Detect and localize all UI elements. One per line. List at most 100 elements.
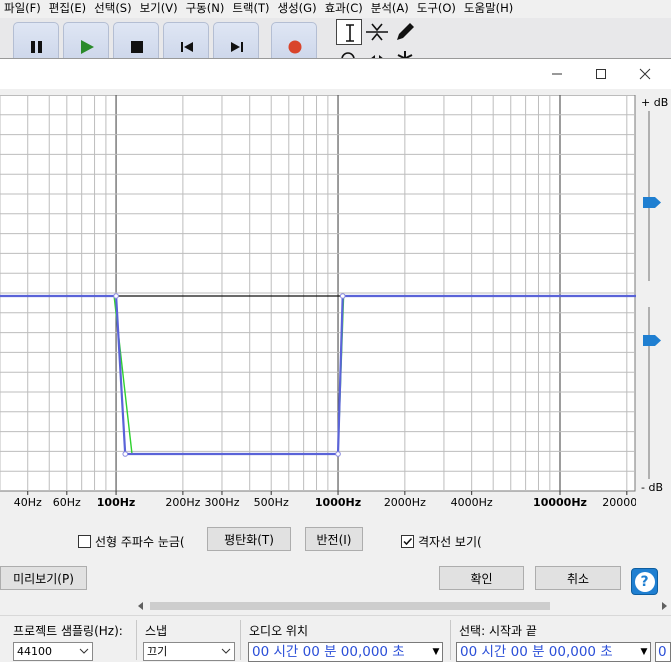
menu-item-6[interactable]: 생성(G) — [274, 0, 321, 18]
preview-button[interactable]: 미리보기(P) — [0, 566, 87, 590]
freq-tick-label: 200Hz — [165, 496, 200, 509]
checkmark-icon — [403, 537, 413, 546]
maximize-button[interactable] — [579, 59, 623, 89]
db-min-slider-thumb[interactable] — [643, 335, 661, 346]
ok-button[interactable]: 확인 — [439, 566, 524, 590]
audio-position-field[interactable]: 00 시간 00 분 00,000 초 ▼ — [248, 642, 443, 662]
equalization-dialog: 40Hz 60Hz 100Hz 200Hz 300Hz 500Hz 1000Hz 2000Hz… — [0, 58, 671, 598]
play-icon — [81, 40, 94, 54]
eq-control-point — [339, 293, 346, 299]
freq-tick-label: 4000Hz — [451, 496, 493, 509]
db-bottom-label: - dB — [641, 481, 663, 494]
menu-item-2[interactable]: 선택(S) — [90, 0, 135, 18]
eq-curve-graph[interactable]: 40Hz 60Hz 100Hz 200Hz 300Hz 500Hz 1000Hz 2000Hz… — [0, 95, 636, 555]
linear-frequency-label: 선형 주파수 눈금( — [95, 535, 185, 549]
audio-position-label: 오디오 위치 — [249, 624, 309, 638]
selection-label: 선택: 시작과 끝 — [459, 624, 537, 638]
record-icon — [288, 40, 302, 54]
selection-end-field[interactable]: 0 — [655, 642, 671, 662]
show-grid-label: 격자선 보기( — [418, 535, 482, 549]
cancel-button[interactable]: 취소 — [535, 566, 621, 590]
audio-position-value: 00 시간 00 분 00,000 초 — [252, 644, 405, 660]
show-grid-checkbox[interactable]: 격자선 보기( — [401, 533, 491, 550]
linear-frequency-checkbox-box[interactable] — [78, 535, 91, 548]
audio-position-format-dropdown-icon[interactable]: ▼ — [430, 643, 442, 661]
selection-toolbar: 프로젝트 샘플링(Hz): 44100 스냅 끄기 오디오 위치 00 시간 0… — [0, 615, 671, 662]
invert-button[interactable]: 반전(I) — [305, 527, 363, 551]
db-max-slider-thumb[interactable] — [643, 197, 661, 208]
snap-label: 스냅 — [145, 624, 168, 638]
envelope-tool-icon — [366, 23, 388, 41]
scroll-right-icon[interactable] — [660, 602, 668, 610]
linear-frequency-checkbox[interactable]: 선형 주파수 눈금( — [78, 533, 190, 550]
selection-start-format-dropdown-icon[interactable]: ▼ — [638, 643, 650, 661]
menu-item-1[interactable]: 편집(E) — [45, 0, 90, 18]
menu-item-10[interactable]: 도움말(H) — [460, 0, 517, 18]
eq-control-point — [113, 293, 119, 299]
menu-bar: 파일(F) 편집(E) 선택(S) 보기(V) 구동(N) 트랙(T) 생성(G) 효과(C)… — [0, 0, 671, 18]
show-grid-checkbox-box[interactable] — [401, 535, 414, 548]
minimize-button[interactable] — [535, 59, 579, 89]
db-max-slider-track — [648, 111, 650, 281]
eq-control-point — [335, 451, 341, 457]
selection-start-value: 00 시간 00 분 00,000 초 — [460, 644, 613, 660]
chevron-down-icon — [79, 648, 89, 654]
selection-end-value: 0 — [658, 644, 667, 660]
snap-value: 끄기 — [147, 645, 168, 658]
flatten-button[interactable]: 평탄화(T) — [207, 527, 291, 551]
help-icon: ? — [634, 571, 655, 592]
maximize-icon — [596, 69, 606, 79]
project-rate-combo[interactable]: 44100 — [13, 642, 93, 661]
preview-button-label: 미리보기(P) — [13, 571, 74, 586]
snap-combo[interactable]: 끄기 — [143, 642, 235, 661]
project-rate-value: 44100 — [17, 645, 52, 658]
freq-tick-label: 100Hz — [97, 496, 136, 509]
menu-item-5[interactable]: 트랙(T) — [228, 0, 273, 18]
freq-tick-label: 10000Hz — [533, 496, 587, 509]
freq-tick-label: 500Hz — [254, 496, 289, 509]
freq-tick-label: 20000Hz — [602, 496, 636, 509]
menu-item-4[interactable]: 구동(N) — [182, 0, 229, 18]
skip-start-icon — [181, 42, 193, 52]
toolbar-separator — [240, 620, 241, 660]
freq-tick-label: 2000Hz — [384, 496, 426, 509]
tools-toolbar — [334, 18, 420, 62]
menu-item-8[interactable]: 분석(A) — [367, 0, 413, 18]
envelope-tool[interactable] — [364, 19, 390, 45]
stop-icon — [131, 41, 143, 53]
scroll-left-icon[interactable] — [137, 602, 145, 610]
flatten-button-label: 평탄화(T) — [224, 532, 274, 547]
draw-tool-icon — [397, 23, 414, 40]
horizontal-scrollbar[interactable] — [0, 599, 671, 613]
project-rate-label: 프로젝트 샘플링(Hz): — [13, 624, 123, 638]
toolbar-separator — [450, 620, 451, 660]
close-button[interactable] — [623, 59, 667, 89]
horizontal-scrollbar-thumb[interactable] — [150, 602, 550, 610]
help-button[interactable]: ? — [631, 568, 658, 595]
minimize-icon — [552, 73, 562, 75]
draw-tool[interactable] — [392, 19, 418, 45]
ok-button-label: 확인 — [470, 571, 493, 586]
dialog-titlebar — [0, 59, 671, 89]
freq-tick-label: 300Hz — [204, 496, 239, 509]
close-icon — [639, 68, 651, 80]
selection-start-field[interactable]: 00 시간 00 분 00,000 초 ▼ — [456, 642, 651, 662]
cancel-button-label: 취소 — [566, 571, 590, 586]
selection-tool-icon — [346, 24, 354, 42]
menu-item-0[interactable]: 파일(F) — [0, 0, 45, 18]
freq-tick-label: 40Hz — [14, 496, 42, 509]
eq-control-point — [122, 451, 129, 457]
chevron-down-icon — [221, 648, 231, 654]
menu-item-3[interactable]: 보기(V) — [136, 0, 182, 18]
freq-tick-label: 60Hz — [53, 496, 81, 509]
skip-end-icon — [231, 42, 243, 52]
db-top-label: + dB — [641, 96, 669, 109]
toolbar-separator — [136, 620, 137, 660]
freq-tick-label: 1000Hz — [315, 496, 361, 509]
menu-item-7[interactable]: 효과(C) — [321, 0, 367, 18]
selection-tool[interactable] — [336, 19, 362, 45]
menu-item-9[interactable]: 도구(O) — [413, 0, 460, 18]
invert-button-label: 반전(I) — [316, 532, 352, 547]
pause-icon — [31, 41, 42, 53]
db-min-slider-track — [648, 307, 650, 479]
